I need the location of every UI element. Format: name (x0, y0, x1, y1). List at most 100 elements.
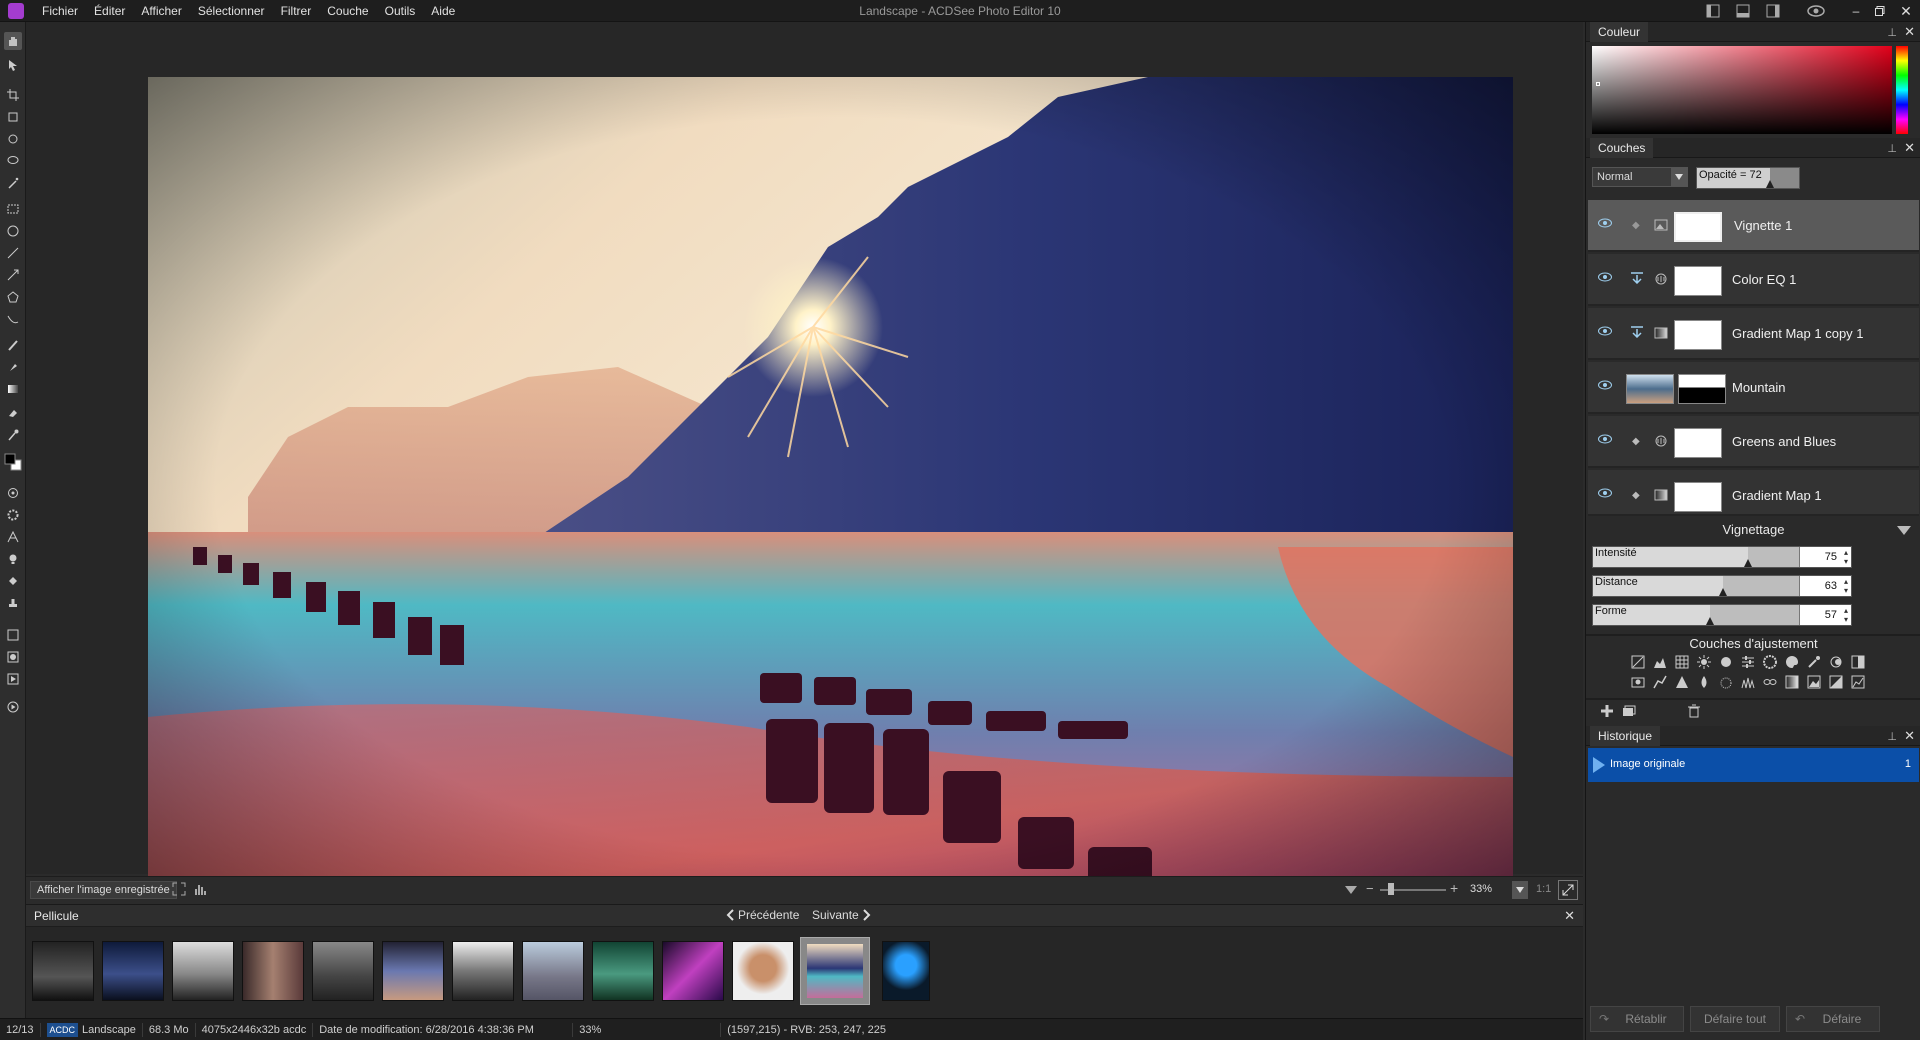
color-swatches[interactable] (4, 450, 22, 474)
visibility-eye-icon[interactable] (1598, 380, 1612, 390)
split-tone-icon[interactable] (1828, 674, 1844, 690)
image-adjust-icon[interactable] (1806, 674, 1822, 690)
history-entry-original[interactable]: Image originale 1 (1588, 748, 1919, 782)
zoom-in-icon[interactable]: + (1450, 880, 1458, 896)
play-frame-tool-icon[interactable] (4, 670, 22, 688)
magic-wand-tool-icon[interactable] (4, 174, 22, 192)
menu-couche[interactable]: Couche (319, 0, 376, 22)
clip-down-arrow-icon[interactable] (1630, 326, 1644, 338)
move-tool-icon[interactable] (4, 56, 22, 74)
spinner-arrows-icon[interactable]: ▴ ▾ (1844, 577, 1848, 595)
exposure-icon[interactable] (1718, 654, 1734, 670)
menu-editer[interactable]: Éditer (86, 0, 133, 22)
triangle-adjust-icon[interactable] (1674, 674, 1690, 690)
history-panel-tab[interactable]: Historique (1590, 726, 1661, 746)
actual-size-button[interactable]: 1:1 (1536, 883, 1551, 895)
clip-down-arrow-icon[interactable] (1630, 272, 1644, 284)
eraser-tool-icon[interactable] (4, 404, 22, 422)
drop-icon[interactable] (1696, 674, 1712, 690)
dropper-adjust-icon[interactable] (1806, 654, 1822, 670)
levels-icon[interactable] (1630, 654, 1646, 670)
layer-row-gradient-map-copy[interactable]: Gradient Map 1 copy 1 (1588, 308, 1919, 360)
thumbnail-8[interactable] (522, 941, 584, 1001)
light-tool-icon[interactable] (4, 550, 22, 568)
zoom-select-arrow-icon[interactable] (1512, 881, 1528, 899)
close-panel-icon[interactable]: ✕ (1904, 24, 1915, 40)
rectangle-select-icon[interactable] (4, 200, 22, 218)
add-layer-icon[interactable] (1600, 704, 1614, 718)
thumbnail-9[interactable] (592, 941, 654, 1001)
color-picker-field[interactable] (1592, 46, 1892, 134)
thumbnail-5[interactable] (312, 941, 374, 1001)
thumbnail-6[interactable] (382, 941, 444, 1001)
settings-gear-icon[interactable] (4, 506, 22, 524)
spinner-arrows-icon[interactable]: ▴ ▾ (1844, 606, 1848, 624)
thumbnail-1[interactable] (32, 941, 94, 1001)
target-tool-icon[interactable] (4, 484, 22, 502)
line-tool-icon[interactable] (4, 244, 22, 262)
next-button[interactable]: Suivante (812, 908, 871, 922)
filmstrip-tab[interactable]: Pellicule (34, 909, 79, 923)
thumbnail-7[interactable] (452, 941, 514, 1001)
stamp-tool-icon[interactable] (4, 594, 22, 612)
brightness-icon[interactable] (1696, 654, 1712, 670)
menu-outils[interactable]: Outils (377, 0, 424, 22)
layer-row-vignette[interactable]: ◆ Vignette 1 (1588, 200, 1919, 252)
arrow-tool-icon[interactable] (4, 266, 22, 284)
intensity-slider[interactable]: Intensité 75 ▴ ▾ (1592, 546, 1852, 568)
slider-handle[interactable] (1718, 588, 1727, 596)
play-circle-icon[interactable] (4, 698, 22, 716)
menu-selectionner[interactable]: Sélectionner (190, 0, 273, 22)
crop-tool-icon[interactable] (4, 86, 22, 104)
layers-panel-tab[interactable]: Couches (1590, 138, 1654, 158)
curve-tool-icon[interactable] (4, 310, 22, 328)
panel-right-layout-icon[interactable] (1758, 4, 1788, 18)
opacity-slider-handle[interactable] (1766, 180, 1775, 188)
color-picker-cursor[interactable] (1596, 82, 1600, 86)
fill-tool-icon[interactable] (4, 572, 22, 590)
layer-row-gradient-map[interactable]: ◆ Gradient Map 1 (1588, 470, 1919, 516)
color-panel-tab[interactable]: Couleur (1590, 22, 1649, 42)
thumbnail-12-selected[interactable] (800, 937, 870, 1005)
panel-bottom-layout-icon[interactable] (1728, 4, 1758, 18)
zoom-out-icon[interactable]: − (1366, 881, 1374, 896)
thumbnail-4[interactable] (242, 941, 304, 1001)
menu-afficher[interactable]: Afficher (133, 0, 189, 22)
layer-row-greens-and-blues[interactable]: ◆ Greens and Blues (1588, 416, 1919, 468)
zoom-dropdown-arrow-icon[interactable] (1344, 885, 1358, 895)
histogram-icon[interactable] (194, 882, 208, 896)
previous-button[interactable]: Précédente (726, 908, 799, 922)
fullscreen-icon[interactable] (172, 882, 186, 896)
show-saved-image-button[interactable]: Afficher l'image enregistrée (30, 881, 177, 899)
zoom-value[interactable]: 33% (1470, 883, 1510, 895)
mask-icon[interactable] (1762, 674, 1778, 690)
thumbnail-10[interactable] (662, 941, 724, 1001)
layer-row-mountain[interactable]: Mountain (1588, 362, 1919, 414)
thumbnail-13[interactable] (882, 941, 930, 1001)
contrast-icon[interactable] (1850, 654, 1866, 670)
pin-icon[interactable]: ⊥ (1887, 142, 1897, 155)
polygon-tool-icon[interactable] (4, 288, 22, 306)
noise-icon[interactable] (1718, 674, 1734, 690)
eyedropper-tool-icon[interactable] (4, 426, 22, 444)
channels-icon[interactable] (1740, 674, 1756, 690)
shape-slider[interactable]: Forme 57 ▴ ▾ (1592, 604, 1852, 626)
panel-left-layout-icon[interactable] (1698, 4, 1728, 18)
edited-image-landscape[interactable] (148, 77, 1513, 897)
slider-handle[interactable] (1706, 617, 1715, 625)
undo-button[interactable]: ↶ Défaire (1786, 1006, 1880, 1032)
undo-all-button[interactable]: Défaire tout (1690, 1006, 1780, 1032)
hue-slider[interactable] (1896, 46, 1908, 134)
toggle-adjust-icon[interactable] (1828, 654, 1844, 670)
distance-slider[interactable]: Distance 63 ▴ ▾ (1592, 575, 1852, 597)
thumbnail-2[interactable] (102, 941, 164, 1001)
visibility-eye-icon[interactable] (1598, 218, 1612, 228)
visibility-eye-icon[interactable] (1598, 272, 1612, 282)
zoom-slider-handle[interactable] (1388, 883, 1394, 895)
minimize-icon[interactable]: – (1844, 4, 1868, 18)
histogram-adjust-icon[interactable] (1652, 654, 1668, 670)
pan-hand-tool-icon[interactable] (4, 32, 22, 50)
close-panel-icon[interactable]: ✕ (1904, 140, 1915, 156)
pin-icon[interactable]: ⊥ (1887, 730, 1897, 743)
frame-tool-icon[interactable] (4, 626, 22, 644)
